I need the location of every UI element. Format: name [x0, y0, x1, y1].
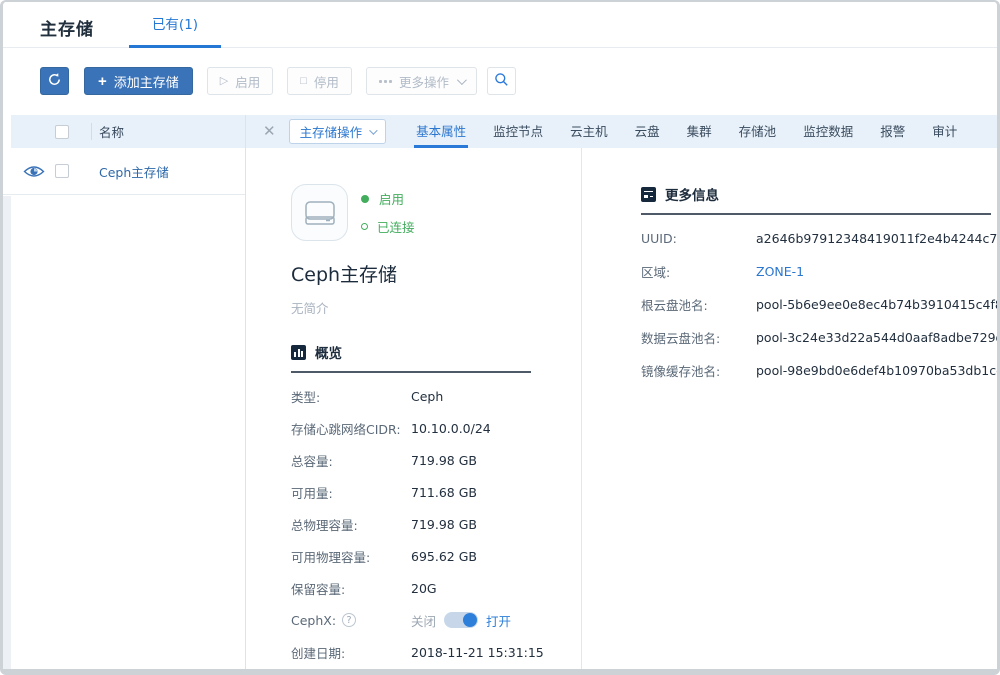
toolbar: + 添加主存储 ▷ 启用 □ 停用 更多操作: [3, 48, 997, 114]
play-icon: ▷: [220, 76, 228, 87]
overview-fields: 类型: Ceph 存储心跳网络CIDR: 10.10.0.0/24 总容量: 7…: [291, 380, 546, 675]
enable-button-label: 启用: [235, 72, 260, 91]
column-divider: [581, 148, 582, 669]
plus-icon: +: [98, 74, 107, 89]
close-icon[interactable]: ✕: [263, 124, 276, 139]
field-total-capacity: 总容量: 719.98 GB: [291, 444, 546, 476]
enabled-status-label: 启用: [379, 189, 404, 208]
tab-vm-instances[interactable]: 云主机: [570, 115, 608, 148]
disable-button-label: 停用: [314, 72, 339, 91]
status-block: 启用 已连接: [361, 184, 415, 241]
name-column-header: 名称: [99, 122, 124, 141]
more-actions-button[interactable]: 更多操作: [366, 67, 477, 95]
help-icon[interactable]: ?: [342, 613, 356, 627]
field-type: 类型: Ceph: [291, 380, 546, 412]
detail-left-column: 启用 已连接 Ceph主存储 无简介 概览: [291, 184, 546, 675]
section-rule: [641, 213, 991, 215]
detail-tabs: 基本属性 监控节点 云主机 云盘 集群 存储池 监控数据 报警 审计: [416, 115, 984, 148]
toggle-off-label: 关闭: [411, 611, 436, 630]
app-window: 主存储 已有(1) + 添加主存储 ▷ 启用 □ 停用 更多操作: [0, 0, 1000, 675]
overview-icon: [291, 345, 306, 360]
add-primary-storage-button[interactable]: + 添加主存储: [84, 67, 193, 95]
field-last-op-date: 最后操作日期: 2018-11-21 16:25:44: [291, 668, 546, 675]
content-area: 名称 Ceph主存储 ✕ 主存储操作 基本属性 监控节: [3, 115, 997, 669]
field-available-physical-capacity: 可用物理容量: 695.62 GB: [291, 540, 546, 572]
toggle-on-label: 打开: [486, 611, 511, 630]
storage-name-title: Ceph主存储: [291, 260, 546, 287]
field-create-date: 创建日期: 2018-11-21 15:31:15: [291, 636, 546, 668]
more-info-title: 更多信息: [665, 184, 719, 204]
detail-body: 启用 已连接 Ceph主存储 无简介 概览: [246, 148, 997, 669]
field-total-physical-capacity: 总物理容量: 719.98 GB: [291, 508, 546, 540]
overview-section: 概览: [291, 342, 546, 373]
table-row[interactable]: Ceph主存储: [3, 148, 245, 195]
tab-alarms[interactable]: 报警: [880, 115, 905, 148]
more-actions-label: 更多操作: [399, 72, 449, 91]
storage-list-panel: 名称 Ceph主存储: [3, 115, 246, 669]
tab-existing[interactable]: 已有(1): [129, 2, 221, 48]
search-icon: [494, 72, 509, 90]
stop-square-icon: □: [300, 76, 307, 87]
search-button[interactable]: [487, 67, 516, 95]
row-checkbox[interactable]: [55, 164, 69, 178]
zone-link[interactable]: ZONE-1: [756, 264, 804, 279]
tab-storage-pools[interactable]: 存储池: [739, 115, 777, 148]
toggle-knob: [463, 613, 477, 627]
tab-clusters[interactable]: 集群: [687, 115, 712, 148]
tab-basic-attributes[interactable]: 基本属性: [416, 115, 466, 148]
field-zone: 区域: ZONE-1: [641, 255, 996, 288]
field-cephx: CephX: ? 关闭 打开: [291, 604, 546, 636]
field-root-volume-pool: 根云盘池名: pool-5b6e9ee0e8ec4b74b3910415c4f8…: [641, 288, 996, 321]
detail-panel: ✕ 主存储操作 基本属性 监控节点 云主机 云盘 集群 存储池 监控数据 报警 …: [246, 115, 997, 669]
detail-header: ✕ 主存储操作 基本属性 监控节点 云主机 云盘 集群 存储池 监控数据 报警 …: [246, 115, 997, 148]
tab-monitor-nodes[interactable]: 监控节点: [493, 115, 543, 148]
disable-button[interactable]: □ 停用: [287, 67, 352, 95]
primary-storage-icon: [291, 184, 348, 241]
eye-icon[interactable]: [23, 164, 45, 179]
storage-actions-dropdown[interactable]: 主存储操作: [289, 119, 387, 144]
field-available-capacity: 可用量: 711.68 GB: [291, 476, 546, 508]
field-reserved-capacity: 保留容量: 20G: [291, 572, 546, 604]
refresh-icon: [47, 72, 62, 90]
section-rule: [291, 371, 531, 373]
enable-button[interactable]: ▷ 启用: [207, 67, 273, 95]
more-info-icon: [641, 187, 656, 202]
tab-audit[interactable]: 审计: [932, 115, 957, 148]
enabled-dot-icon: [361, 195, 369, 203]
chevron-down-icon: [457, 75, 467, 85]
field-data-volume-pool: 数据云盘池名: pool-3c24e33d22a544d0aaf8adbe729…: [641, 321, 996, 354]
field-heartbeat-cidr: 存储心跳网络CIDR: 10.10.0.0/24: [291, 412, 546, 444]
row-storage-name[interactable]: Ceph主存储: [99, 162, 169, 181]
refresh-button[interactable]: [40, 67, 69, 95]
list-header-row: 名称: [11, 115, 245, 148]
detail-right-column: 更多信息 UUID: a2646b97912348419011f2e4b4244…: [641, 184, 996, 387]
add-button-label: 添加主存储: [114, 72, 179, 91]
field-uuid: UUID: a2646b97912348419011f2e4b4244c75: [641, 222, 996, 255]
storage-actions-label: 主存储操作: [300, 122, 363, 141]
list-left-gutter: [3, 196, 11, 669]
status-connected: 已连接: [361, 217, 415, 236]
more-info-section: 更多信息: [641, 184, 996, 215]
status-enabled: 启用: [361, 189, 415, 208]
connected-dot-icon: [361, 223, 368, 230]
resource-header: 启用 已连接: [291, 184, 546, 241]
tab-monitor-data[interactable]: 监控数据: [803, 115, 853, 148]
topbar: 主存储 已有(1): [3, 2, 997, 48]
chevron-down-icon: [369, 126, 377, 134]
tab-volumes[interactable]: 云盘: [635, 115, 660, 148]
select-all-checkbox[interactable]: [55, 125, 69, 139]
more-dots-icon: [379, 80, 392, 83]
connected-status-label: 已连接: [377, 217, 415, 236]
more-info-fields: UUID: a2646b97912348419011f2e4b4244c75 区…: [641, 222, 996, 387]
field-image-cache-pool: 镜像缓存池名: pool-98e9bd0e6def4b10970ba53db1c…: [641, 354, 996, 387]
page-title: 主存储: [40, 15, 94, 40]
storage-description: 无简介: [291, 298, 546, 317]
overview-title: 概览: [315, 342, 342, 362]
cephx-toggle[interactable]: [444, 612, 478, 628]
column-separator: [91, 123, 92, 140]
